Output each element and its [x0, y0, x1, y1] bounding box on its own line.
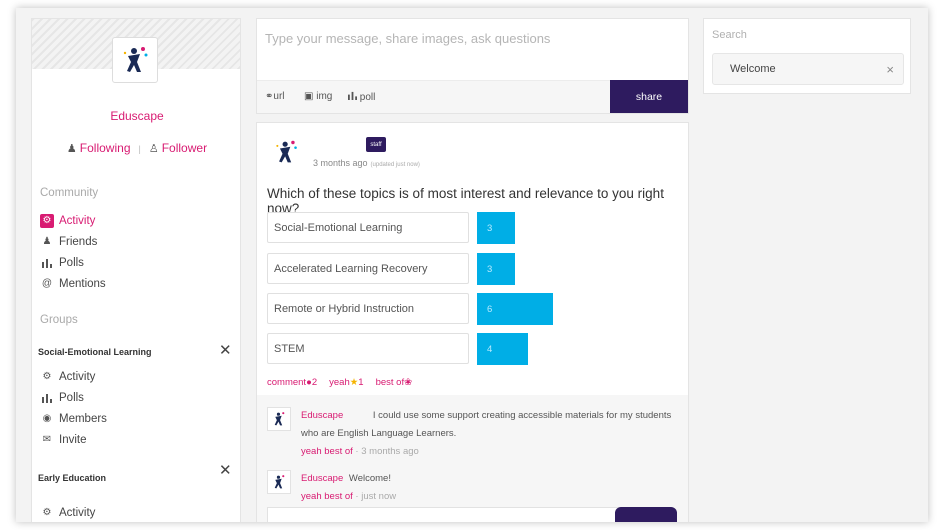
brand-name[interactable]: Eduscape	[32, 109, 242, 123]
img-tool[interactable]: ▣ img	[304, 91, 332, 102]
comment-best-of-link[interactable]: best of	[324, 446, 353, 457]
comment-link[interactable]: comment●2	[267, 377, 317, 388]
comment-text: Welcome!	[348, 473, 391, 484]
comment-yeah-link[interactable]: yeah	[301, 446, 322, 457]
avatar[interactable]	[267, 470, 291, 494]
post-composer[interactable]: Type your message, share images, ask que…	[256, 18, 689, 114]
comment-text: I could use some support creating access…	[301, 410, 672, 439]
post-reactions: comment●2 yeah★1 best of❀	[267, 377, 412, 388]
poll-tool[interactable]: poll	[348, 91, 375, 103]
staff-badge: staff	[366, 137, 386, 152]
comment-body: Eduscape I could use some support creati…	[301, 407, 686, 461]
follow-separator: |	[138, 144, 141, 154]
comment-timestamp: 3 months ago	[361, 446, 419, 457]
group-item-members[interactable]: ◉ Members	[40, 408, 107, 429]
group-title[interactable]: Early Education	[38, 473, 106, 483]
search-label: Search	[712, 29, 747, 41]
comment-best-of-link[interactable]: best of	[324, 491, 353, 502]
community-item-activity[interactable]: ⚙ Activity	[40, 210, 106, 231]
poll-result-bar: 4	[477, 333, 528, 365]
comment-dot: ·	[355, 491, 359, 502]
composer-input[interactable]: Type your message, share images, ask que…	[265, 31, 550, 46]
comment-meta: yeah best of · just now	[301, 488, 686, 506]
avatar[interactable]	[267, 407, 291, 431]
comment-dot: ·	[355, 446, 359, 457]
polls-icon	[40, 256, 54, 270]
star-icon: ★	[349, 377, 359, 388]
poll-option[interactable]: STEM	[267, 333, 469, 364]
comment-author[interactable]: Eduscape	[301, 473, 343, 484]
brand-logo-figure-icon	[274, 475, 285, 489]
poll-result-bar: 6	[477, 293, 553, 325]
poll-result-bar: 3	[477, 212, 515, 244]
url-tool[interactable]: ⚭url	[265, 91, 285, 102]
brand-logo[interactable]	[112, 37, 158, 83]
activity-icon: ⚙	[42, 507, 52, 518]
poll-option[interactable]: Remote or Hybrid Instruction	[267, 293, 469, 324]
best-of-link[interactable]: best of❀	[376, 377, 413, 388]
comment-body: Eduscape Welcome! yeah best of · just no…	[301, 470, 686, 506]
composer-toolbar: ⚭url ▣ img poll share	[257, 80, 688, 113]
follower-icon: ♙	[148, 143, 159, 155]
image-icon: ▣	[304, 91, 314, 102]
ribbon-icon: ❀	[404, 377, 413, 388]
brand-logo-figure-icon	[274, 412, 285, 426]
follower-link[interactable]: ♙ Follower	[149, 141, 207, 157]
follow-links: ♟ Following | ♙ Follower	[32, 141, 242, 157]
activity-icon: ⚙	[40, 213, 54, 228]
group-item-invite[interactable]: ✉ Invite	[40, 429, 107, 450]
mentions-icon: @	[41, 278, 53, 289]
comment-yeah-link[interactable]: yeah	[301, 491, 322, 502]
brand-logo-figure-icon	[123, 47, 148, 72]
yeah-link[interactable]: yeah★1	[329, 377, 363, 388]
comment-meta: yeah best of · 3 months ago	[301, 443, 686, 461]
comment-timestamp: just now	[361, 491, 397, 502]
brand-logo-figure-icon	[276, 140, 297, 163]
polls-icon	[348, 91, 357, 103]
poll-option[interactable]: Accelerated Learning Recovery	[267, 253, 469, 284]
community-heading: Community	[40, 187, 99, 199]
group-title[interactable]: Social-Emotional Learning	[38, 347, 152, 357]
friends-icon: ♟	[42, 236, 52, 247]
post-timestamp: 3 months ago (updated just now)	[313, 158, 420, 168]
community-item-friends[interactable]: ♟ Friends	[40, 231, 106, 252]
search-input[interactable]: Welcome ×	[712, 53, 904, 85]
poll-result-bar: 3	[477, 253, 515, 285]
comment-list: Eduscape I could use some support creati…	[257, 395, 688, 522]
post-author-avatar[interactable]	[273, 137, 299, 167]
community-item-polls[interactable]: Polls	[40, 252, 106, 273]
comment-author[interactable]: Eduscape	[301, 410, 343, 421]
profile-sidebar: Eduscape ♟ Following | ♙ Follower Communit…	[31, 18, 241, 522]
group-nav: ⚙ Activity Polls ◉ Members ✉ Invite	[40, 366, 107, 450]
reply-button[interactable]	[615, 507, 677, 522]
post-updated: (updated just now)	[370, 162, 420, 168]
search-panel: Search Welcome ×	[703, 18, 911, 94]
share-button[interactable]: share	[610, 80, 688, 113]
members-icon: ◉	[42, 413, 52, 424]
group-close-icon[interactable]: ✕	[219, 461, 232, 479]
poll-post: staff 3 months ago (updated just now) Whi…	[256, 122, 689, 522]
group-item-polls[interactable]: Polls	[40, 387, 107, 408]
poll-option[interactable]: Social-Emotional Learning	[267, 212, 469, 243]
community-item-mentions[interactable]: @ Mentions	[40, 273, 106, 294]
groups-heading: Groups	[40, 314, 78, 326]
group-close-icon[interactable]: ✕	[219, 341, 232, 359]
search-value: Welcome	[730, 63, 776, 75]
app-frame: Eduscape ♟ Following | ♙ Follower Communit…	[16, 8, 928, 522]
following-link[interactable]: ♟ Following	[67, 141, 131, 157]
invite-icon: ✉	[42, 434, 52, 445]
group-item-activity[interactable]: ⚙ Activity	[40, 502, 96, 522]
group-item-activity[interactable]: ⚙ Activity	[40, 366, 107, 387]
clear-icon[interactable]: ×	[886, 62, 894, 77]
community-nav: ⚙ Activity ♟ Friends Polls @ Mentions	[40, 210, 106, 294]
following-icon: ♟	[66, 143, 77, 155]
activity-icon: ⚙	[42, 371, 52, 382]
group-nav: ⚙ Activity	[40, 502, 96, 522]
polls-icon	[40, 391, 54, 405]
reply-input[interactable]	[267, 507, 667, 522]
